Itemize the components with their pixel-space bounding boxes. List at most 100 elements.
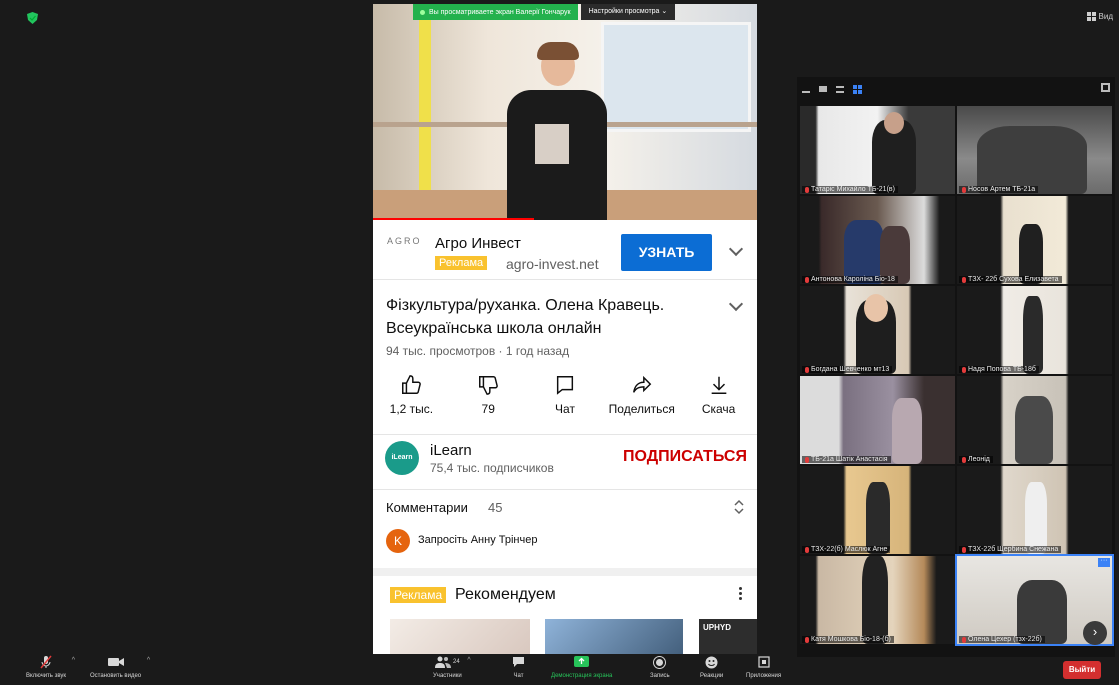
recommended-thumbnail[interactable] — [545, 619, 683, 654]
participants-icon: 24 — [434, 655, 460, 669]
chevron-up-icon[interactable]: ^ — [467, 657, 470, 664]
participant-name: Катя Мошкова Біо-18-(б) — [811, 636, 891, 643]
participant-name: ТЗХ- 22б Сухова Елизавета — [968, 276, 1059, 283]
unmute-button[interactable]: ^ Включить звук — [26, 655, 75, 679]
chevron-up-icon[interactable]: ^ — [147, 657, 150, 664]
muted-mic-icon — [962, 546, 966, 553]
grid-view-icon — [1086, 12, 1096, 21]
sharing-indicator-icon — [420, 9, 425, 15]
ad-url[interactable]: agro-invest.net — [506, 256, 599, 272]
view-options-button[interactable]: Настройки просмотра ⌄ — [580, 4, 676, 20]
next-page-arrow-icon[interactable]: › — [1083, 621, 1107, 645]
video-player[interactable] — [373, 4, 757, 220]
participant-name: ТБ-21а Шатік Анастасія — [811, 456, 888, 463]
shared-screen[interactable]: Вы просматриваете экран Валерії Гончарук… — [373, 4, 757, 654]
participant-tile[interactable]: Татаріс Михайло ТБ-21(в) — [800, 106, 955, 194]
commenter-avatar: K — [386, 529, 410, 553]
recommended-thumbnail[interactable] — [390, 619, 530, 654]
muted-mic-icon — [962, 456, 966, 463]
apps-icon — [757, 655, 770, 669]
view-toggle-button[interactable]: Вид — [1086, 12, 1113, 21]
speaker-view-icon[interactable] — [836, 85, 844, 93]
participant-tile[interactable]: ТЗХ-22б Щербина Снежана — [957, 466, 1112, 554]
gallery-view-icon[interactable] — [853, 84, 862, 94]
dislike-button[interactable]: 79 — [450, 370, 527, 426]
participant-tile[interactable]: ТЗХ-22(б) Маслюк Агне — [800, 466, 955, 554]
download-button[interactable]: Скача — [680, 370, 757, 426]
dislike-icon — [479, 376, 499, 395]
participant-name: Леонід — [968, 456, 990, 463]
share-banner: Вы просматриваете экран Валерії Гончарук… — [413, 4, 676, 20]
expand-description-icon[interactable] — [728, 296, 744, 312]
participant-name: Татаріс Михайло ТБ-21(в) — [811, 186, 895, 193]
chat-bubble-icon — [512, 655, 525, 669]
expand-comments-icon[interactable] — [733, 499, 745, 515]
download-label: Скача — [701, 402, 736, 416]
chevron-down-icon[interactable] — [728, 241, 744, 257]
security-shield-icon[interactable] — [27, 12, 38, 24]
stop-video-button[interactable]: ^ Остановить видео — [90, 655, 150, 679]
more-options-icon[interactable]: ··· — [1098, 557, 1110, 567]
record-icon — [653, 655, 667, 669]
more-options-icon[interactable] — [739, 587, 743, 601]
share-screen-label: Демонстрация экрана — [551, 673, 613, 679]
chat-toolbar-label: Чат — [513, 673, 524, 679]
recommended-thumbnail[interactable]: UPHYD — [699, 619, 757, 654]
zoom-window: Вид Вы просматриваете экран Валерії Гонч… — [0, 0, 1119, 685]
muted-mic-icon — [962, 186, 966, 193]
comment-invite[interactable]: Запросіть Анну Трінчер — [418, 534, 537, 546]
participant-name: ТЗХ-22б Щербина Снежана — [968, 546, 1059, 553]
participants-button[interactable]: 24 ^ Участники — [433, 655, 471, 679]
minimize-icon[interactable] — [802, 86, 810, 93]
chat-toolbar-button[interactable]: Чат — [512, 655, 525, 679]
leave-meeting-button[interactable]: Выйти — [1063, 661, 1101, 679]
video-meta: 94 тыс. просмотров · 1 год назад — [386, 344, 570, 358]
participants-count: 24 — [452, 659, 460, 665]
channel-subscribers: 75,4 тыс. подписчиков — [430, 461, 554, 475]
muted-mic-icon — [805, 276, 809, 283]
muted-mic-icon — [805, 546, 809, 553]
comments-label[interactable]: Комментарии — [386, 500, 468, 515]
ad-title[interactable]: Агро Инвест — [435, 235, 521, 252]
ad-row[interactable]: AGRO Агро Инвест Реклама agro-invest.net… — [373, 222, 757, 280]
apps-button[interactable]: Приложения — [746, 655, 781, 679]
chat-label: Чат — [555, 402, 575, 416]
video-title[interactable]: Фізкультура/руханка. Олена Кравець. Всеу… — [386, 294, 726, 340]
ad-logo: AGRO — [387, 236, 422, 246]
recommend-ad-badge: Реклама — [390, 587, 447, 603]
apps-label: Приложения — [746, 673, 782, 679]
gallery-toolbar — [797, 77, 1115, 101]
channel-name[interactable]: iLearn — [430, 442, 472, 459]
record-button[interactable]: Запись — [650, 655, 670, 679]
video-progress-bar[interactable] — [373, 218, 535, 220]
reactions-button[interactable]: Реакции — [700, 655, 723, 679]
participant-tile[interactable]: Надя Попова ТБ-18б — [957, 286, 1112, 374]
participant-tile[interactable]: Носов Артем ТБ-21а — [957, 106, 1112, 194]
share-screen-icon — [574, 655, 590, 669]
recommend-title: Рекомендуем — [455, 586, 556, 603]
share-button[interactable]: Поделиться — [603, 370, 680, 426]
participant-tile[interactable]: ТБ-21а Шатік Анастасія — [800, 376, 955, 464]
participant-tile[interactable]: Богдана Шевченко мт13 — [800, 286, 955, 374]
like-button[interactable]: 1,2 тыс. — [373, 370, 450, 426]
participant-name: Носов Артем ТБ-21а — [968, 186, 1036, 193]
share-screen-button[interactable]: Демонстрация экрана — [551, 655, 612, 679]
chevron-up-icon[interactable]: ^ — [72, 657, 75, 664]
chat-button[interactable]: Чат — [527, 370, 604, 426]
participant-tile[interactable]: Леонід — [957, 376, 1112, 464]
dislike-count: 79 — [481, 402, 495, 416]
participant-name: Надя Попова ТБ-18б — [968, 366, 1036, 373]
participant-tile[interactable]: Антонова Кароліна Біо-18 — [800, 196, 955, 284]
record-label: Запись — [650, 673, 670, 679]
strip-view-icon[interactable] — [819, 86, 827, 92]
channel-avatar[interactable]: iLearn — [385, 441, 419, 475]
fullscreen-icon[interactable] — [1101, 83, 1110, 92]
participant-tile[interactable]: Катя Мошкова Біо-18-(б) — [800, 556, 955, 644]
share-banner-text: Вы просматриваете экран Валерії Гончарук — [429, 8, 571, 16]
muted-mic-icon — [805, 636, 809, 643]
participant-tile[interactable]: ТЗХ- 22б Сухова Елизавета — [957, 196, 1112, 284]
learn-more-button[interactable]: УЗНАТЬ — [621, 234, 712, 271]
muted-mic-icon — [805, 366, 809, 373]
participant-name: Богдана Шевченко мт13 — [811, 366, 890, 373]
subscribe-button[interactable]: ПОДПИСАТЬСЯ — [623, 448, 747, 466]
